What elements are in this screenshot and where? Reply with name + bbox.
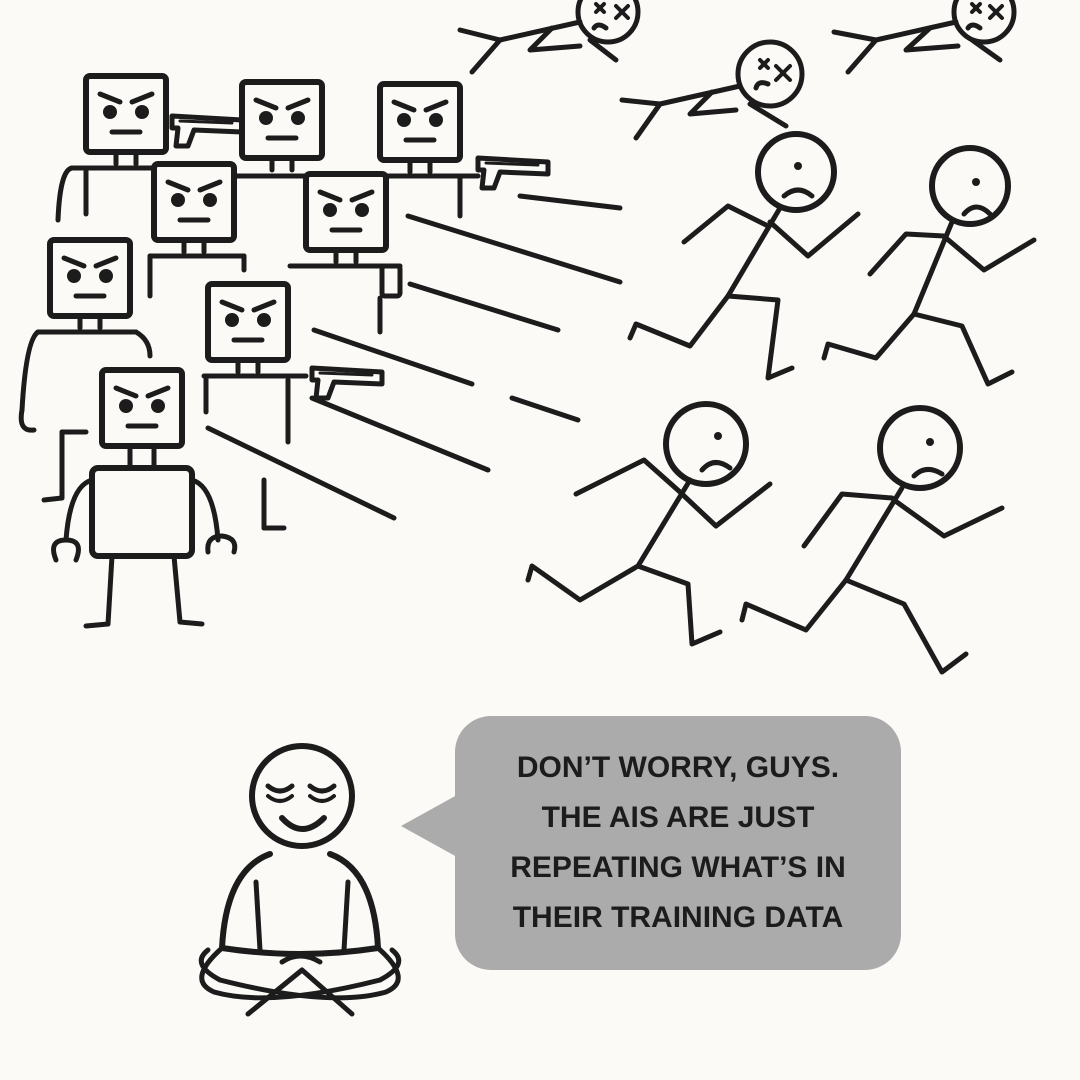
robot: [229, 82, 322, 179]
speech-line: REPEATING WHAT’S IN: [510, 851, 846, 884]
gun-icon: [478, 158, 548, 188]
running-person: [739, 405, 1005, 675]
speech-line: THE AIS ARE JUST: [541, 801, 815, 834]
running-person: [525, 401, 773, 647]
fleeing-people: [525, 131, 1037, 675]
gun-icon: [172, 116, 242, 146]
speech-bubble: DON’T WORRY, GUYS. THE AIS ARE JUST REPE…: [455, 716, 901, 970]
comic-panel: DON’T WORRY, GUYS. THE AIS ARE JUST REPE…: [0, 0, 1080, 1080]
speech-line: DON’T WORRY, GUYS.: [516, 751, 840, 784]
robot: [287, 174, 403, 335]
robot: [201, 284, 309, 445]
fallen-figure: [457, 0, 641, 75]
running-person: [821, 145, 1037, 387]
robot: [147, 164, 247, 299]
meditating-person: [198, 743, 402, 1017]
running-person: [627, 131, 861, 381]
robot: [380, 84, 481, 219]
fallen-figure: [619, 39, 805, 141]
robot-army: [18, 76, 623, 629]
fallen-figures: [457, 0, 1017, 141]
gun-icon: [312, 368, 382, 398]
speech-line: THEIR TRAINING DATA: [512, 901, 844, 934]
speech-bubble-tail: [401, 795, 457, 857]
fallen-figure: [831, 0, 1017, 75]
